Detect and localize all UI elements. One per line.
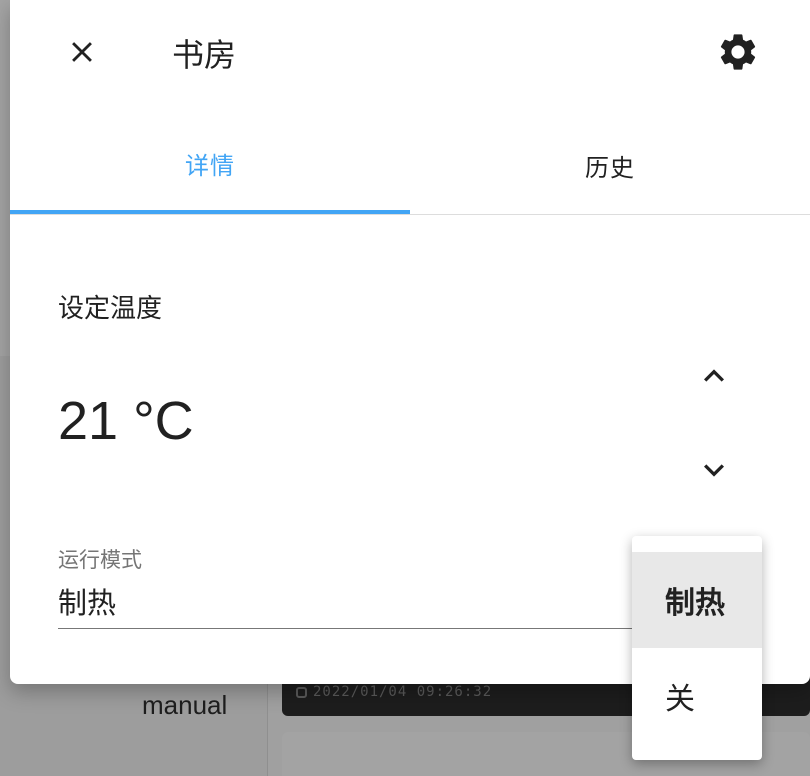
background-strip [0, 0, 10, 356]
close-button[interactable] [56, 26, 108, 78]
operation-mode-value: 制热 [58, 586, 117, 620]
dropdown-option-off[interactable]: 关 [632, 648, 762, 744]
tab-bar: 详情 历史 [10, 116, 810, 215]
camera-timestamp-text: 2022/01/04 09:26:32 [313, 684, 493, 700]
temperature-up-button[interactable] [690, 352, 738, 400]
operation-mode-label: 运行模式 [58, 548, 142, 572]
operation-mode-dropdown: 制热 关 [632, 536, 762, 760]
target-temperature-label: 设定温度 [58, 294, 163, 324]
settings-button[interactable] [712, 26, 764, 78]
operation-mode-select[interactable]: 运行模式 制热 [58, 540, 638, 629]
target-temperature-value: 21 °C [58, 391, 194, 451]
background-mode-text: manual [142, 690, 228, 720]
temperature-down-button[interactable] [690, 446, 738, 494]
chevron-up-icon [704, 369, 724, 382]
close-icon [72, 42, 92, 62]
tab-details[interactable]: 详情 [10, 116, 410, 214]
dialog-title: 书房 [172, 36, 237, 74]
chevron-down-icon [704, 464, 724, 477]
tab-history[interactable]: 历史 [410, 116, 810, 214]
dropdown-option-heat[interactable]: 制热 [632, 552, 762, 648]
gear-icon [720, 34, 756, 70]
camera-brand-icon [296, 687, 307, 698]
camera-timestamp: 2022/01/04 09:26:32 [296, 684, 492, 700]
